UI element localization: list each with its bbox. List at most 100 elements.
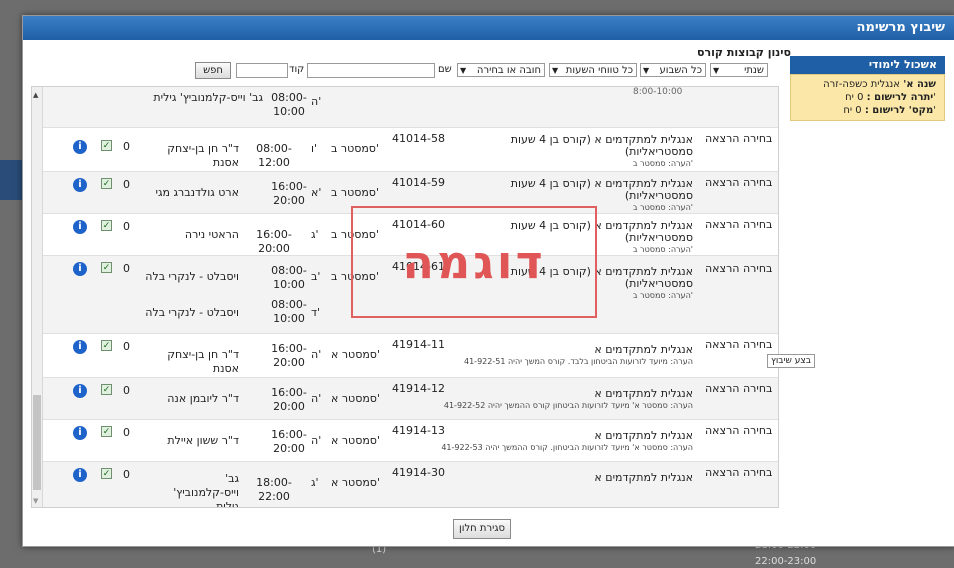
row-day: ה'	[311, 392, 322, 405]
row-course: אנגלית למתקדמים א הערה: סמסטר א' מיועד ל…	[423, 430, 693, 454]
table-row: i ✓ 0 ד"ר חן בן-יצחק אסנת 16:00-20:00 ה'…	[43, 333, 778, 378]
row-day: א'	[311, 186, 322, 199]
year-select[interactable]: ▼ שנתי	[710, 63, 768, 77]
checkbox-checked-icon[interactable]: ✓	[101, 426, 112, 437]
close-window-button[interactable]: סגירת חלון	[453, 519, 511, 539]
row-course-name: אנגלית למתקדמים א	[594, 429, 693, 442]
panel-body: שנה א' אנגלית כשפה-זרה יתרה לרישום : 0 י…	[790, 74, 945, 121]
chevron-down-icon: ▼	[460, 66, 467, 75]
row-semester: סמסטר א'	[331, 434, 380, 447]
row-count: 0	[123, 340, 130, 353]
assign-tooltip: בצע שיבוץ	[767, 354, 815, 368]
row-semester: סמסטר א'	[331, 348, 380, 361]
row-count: 0	[123, 468, 130, 481]
info-icon[interactable]: i	[73, 262, 87, 276]
info-icon[interactable]: i	[73, 220, 87, 234]
row-time: 16:00-20:00	[271, 428, 307, 455]
row-teacher: גב' וייס-קלמנוביץ' גילית	[153, 91, 263, 104]
row-day: ו'	[311, 142, 318, 155]
name-input[interactable]	[307, 63, 435, 78]
year-value: אנגלית כשפה-זרה	[823, 79, 900, 90]
row-day: ה'	[311, 95, 322, 108]
week-select-value: כל השבוע	[659, 65, 702, 76]
checkbox-checked-icon[interactable]: ✓	[101, 262, 112, 273]
row-course-name: אנגלית למתקדמים א	[594, 343, 693, 356]
row-course-note: הערה: סמסטר א' מיועד לזרועות הביטחון קור…	[443, 401, 693, 410]
cut-time: 8:00-10:00	[633, 87, 683, 97]
code-input[interactable]	[236, 63, 288, 78]
chevron-down-icon: ▼	[713, 66, 720, 75]
week-select[interactable]: ▼ כל השבוע	[640, 63, 706, 77]
table-row: i ✓ 0 גב' וייס-קלמנוביץ' גילית 18:00-22:…	[43, 461, 778, 508]
row-semester: סמסטר א'	[331, 476, 380, 489]
row-course-name: אנגלית למתקדמים א (קורס בן 4 שעות סמסטרי…	[510, 177, 693, 202]
row-time-2: 08:00-10:00	[271, 298, 307, 325]
year-select-value: שנתי	[744, 65, 764, 76]
row-count: 0	[123, 384, 130, 397]
row-course-name: אנגלית למתקדמים א (קורס בן 4 שעות סמסטרי…	[510, 133, 693, 158]
row-code: 41014-59	[392, 176, 445, 189]
row-type: בחירה הרצאה	[705, 218, 773, 231]
row-time: 16:00-20:00	[271, 386, 307, 413]
row-course-name: אנגלית למתקדמים א	[594, 471, 693, 484]
chevron-down-icon: ▼	[643, 66, 650, 75]
info-icon[interactable]: i	[73, 340, 87, 354]
row-day-2: ד'	[311, 306, 321, 319]
checkbox-checked-icon[interactable]: ✓	[101, 340, 112, 351]
table-row: i ✓ 0 ד"ר ליובמן אנה 16:00-20:00 ה' סמסט…	[43, 377, 778, 420]
row-course-note: הערה: מיועד לזרועות הביטחון בלבד. קורס ה…	[464, 357, 693, 366]
dialog: שיבוץ מרשימה אשכול לימודי שנה א' אנגלית …	[22, 15, 954, 547]
row-course-name: אנגלית למתקדמים א	[594, 387, 693, 400]
info-icon[interactable]: i	[73, 384, 87, 398]
checkbox-checked-icon[interactable]: ✓	[101, 384, 112, 395]
checkbox-checked-icon[interactable]: ✓	[101, 178, 112, 189]
row-teacher: ד"ר חן בן-יצחק אסנת	[167, 142, 239, 169]
scroll-down-icon[interactable]: ▼	[33, 497, 38, 505]
row-type: בחירה הרצאה	[705, 132, 773, 145]
row-time: 08:00-12:00	[256, 142, 292, 169]
row-teacher: הראטי נירה	[184, 228, 239, 241]
row-day: ה'	[311, 434, 322, 447]
row-course-note: הערה: סמסטר ב'	[632, 159, 693, 168]
table-row: i ✓ 0 ד"ר חן בן-יצחק אסנת 08:00-12:00 ו'…	[43, 127, 778, 172]
row-time: 16:00-20:00	[256, 228, 292, 255]
info-icon[interactable]: i	[73, 468, 87, 482]
type-select[interactable]: ▼ חובה או בחירה	[457, 63, 545, 77]
panel-title: אשכול לימודי	[790, 56, 945, 74]
row-time: 16:00-20:00	[271, 180, 307, 207]
hours-select[interactable]: ▼ כל טווחי השעות	[549, 63, 637, 77]
scroll-up-icon[interactable]: ▲	[33, 91, 38, 99]
name-label: שם	[438, 64, 452, 75]
scrollbar-thumb[interactable]	[33, 395, 41, 490]
search-button[interactable]: חפש	[195, 62, 231, 79]
info-icon[interactable]: i	[73, 426, 87, 440]
info-icon[interactable]: i	[73, 140, 87, 154]
row-teacher-2: ויסבלט - לנקרי בלה	[145, 306, 239, 319]
sample-stamp: דוגמה	[351, 206, 597, 318]
code-label: קוד	[289, 64, 305, 75]
row-time: 08:00-10:00	[271, 264, 307, 291]
row-semester: סמסטר א'	[331, 392, 380, 405]
info-icon[interactable]: i	[73, 178, 87, 192]
row-teacher: ארט גולדנברג מגי	[155, 186, 239, 199]
row-type: בחירה הרצאה	[705, 382, 773, 395]
row-time: 16:00-20:00	[271, 342, 307, 369]
row-semester: סמסטר ב'	[331, 142, 379, 155]
background-sidebar-strip	[0, 160, 22, 200]
dialog-titlebar: שיבוץ מרשימה	[23, 16, 954, 40]
chevron-down-icon: ▼	[552, 66, 559, 75]
row-day: ג'	[311, 228, 319, 241]
table-scrollbar[interactable]: ▲ ▼	[32, 87, 43, 507]
checkbox-checked-icon[interactable]: ✓	[101, 140, 112, 151]
row-teacher: גב' וייס-קלמנוביץ' גילית	[173, 472, 239, 508]
row-count: 0	[123, 262, 130, 275]
hours-select-value: כל טווחי השעות	[565, 65, 633, 76]
row-count: 0	[123, 178, 130, 191]
checkbox-checked-icon[interactable]: ✓	[101, 468, 112, 479]
remain-label: יתרה לרישום :	[866, 92, 934, 103]
row-day: ב'	[311, 270, 321, 283]
row-teacher: ד"ר ששון איילת	[167, 434, 239, 447]
filter-title: סינון קבוצות קורס	[697, 46, 791, 59]
row-course: אנגלית למתקדמים א הערה: סמסטר א' מיועד ל…	[423, 388, 693, 412]
checkbox-checked-icon[interactable]: ✓	[101, 220, 112, 231]
